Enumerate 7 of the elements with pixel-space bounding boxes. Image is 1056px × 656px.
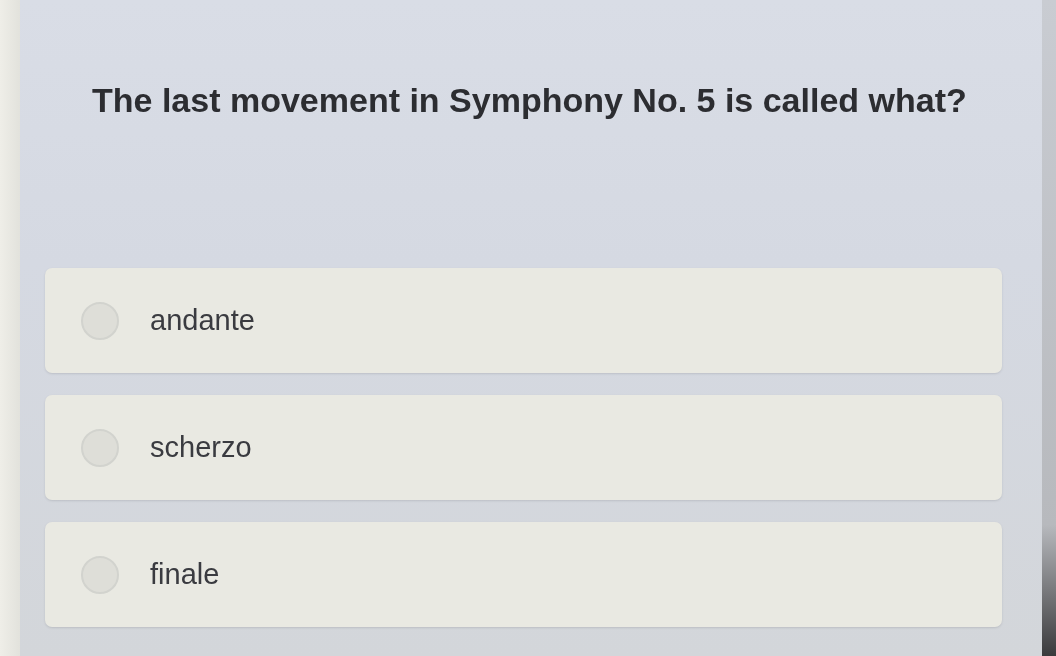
- question-text: The last movement in Symphony No. 5 is called what?: [92, 80, 967, 120]
- option-label: finale: [150, 558, 220, 591]
- answer-option[interactable]: finale: [45, 522, 1002, 627]
- answer-option[interactable]: scherzo: [45, 395, 1002, 500]
- option-label: andante: [150, 304, 255, 337]
- answer-option[interactable]: andante: [45, 268, 1002, 373]
- option-label: scherzo: [150, 431, 252, 464]
